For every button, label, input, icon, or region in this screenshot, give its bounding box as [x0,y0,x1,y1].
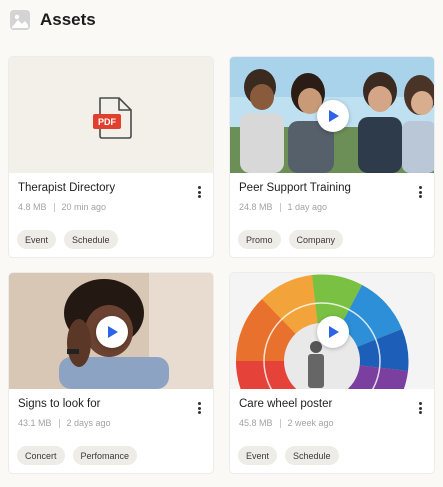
file-size: 45.8 MB [239,418,273,428]
meta-divider [53,202,55,212]
tag-chip[interactable]: Promo [238,230,281,249]
tag-list: Event Schedule [17,230,118,249]
asset-card-signs-to-look-for[interactable]: Signs to look for 43.1 MB 2 days ago Con… [8,272,214,474]
upload-time: 1 day ago [287,202,328,212]
asset-meta: 24.8 MB 1 day ago [239,202,327,212]
meta-divider [279,418,281,428]
more-options-icon[interactable] [193,401,205,415]
asset-title: Signs to look for [18,398,101,410]
file-size: 43.1 MB [18,418,52,428]
asset-meta: 43.1 MB 2 days ago [18,418,111,428]
asset-card-therapist-directory[interactable]: PDF Therapist Directory 4.8 MB 20 min ag… [8,56,214,258]
upload-time: 20 min ago [61,202,107,212]
meta-divider [58,418,60,428]
file-size: 24.8 MB [239,202,273,212]
asset-title: Peer Support Training [239,182,351,194]
tag-list: Event Schedule [238,446,339,465]
tag-list: Concert Perfomance [17,446,138,465]
play-button[interactable] [317,100,349,132]
pdf-badge-label: PDF [98,116,116,127]
image-icon [10,10,30,30]
asset-title: Therapist Directory [18,182,116,194]
video-thumbnail[interactable] [230,273,434,389]
asset-card-care-wheel-poster[interactable]: Care wheel poster 45.8 MB 2 week ago Eve… [229,272,435,474]
tag-chip[interactable]: Event [17,230,57,249]
file-size: 4.8 MB [18,202,47,212]
page-title: Assets [40,10,96,29]
tag-chip[interactable]: Schedule [64,230,118,249]
play-icon [108,326,118,338]
upload-time: 2 week ago [287,418,334,428]
more-options-icon[interactable] [414,185,426,199]
play-icon [329,110,339,122]
video-thumbnail[interactable] [9,273,213,389]
asset-title: Care wheel poster [239,398,333,410]
tag-chip[interactable]: Company [288,230,344,249]
tag-chip[interactable]: Event [238,446,278,465]
page-header: Assets [10,9,96,31]
asset-meta: 45.8 MB 2 week ago [239,418,334,428]
asset-meta: 4.8 MB 20 min ago [18,202,106,212]
tag-chip[interactable]: Schedule [285,446,339,465]
tag-chip[interactable]: Perfomance [72,446,138,465]
more-options-icon[interactable] [414,401,426,415]
more-options-icon[interactable] [193,185,205,199]
tag-chip[interactable]: Concert [17,446,65,465]
asset-card-peer-support-training[interactable]: Peer Support Training 24.8 MB 1 day ago … [229,56,435,258]
play-icon [329,326,339,338]
play-button[interactable] [96,316,128,348]
upload-time: 2 days ago [66,418,111,428]
tag-list: Promo Company [238,230,344,249]
video-thumbnail[interactable] [230,57,434,173]
play-button[interactable] [317,316,349,348]
meta-divider [279,202,281,212]
asset-thumbnail: PDF [9,57,213,173]
